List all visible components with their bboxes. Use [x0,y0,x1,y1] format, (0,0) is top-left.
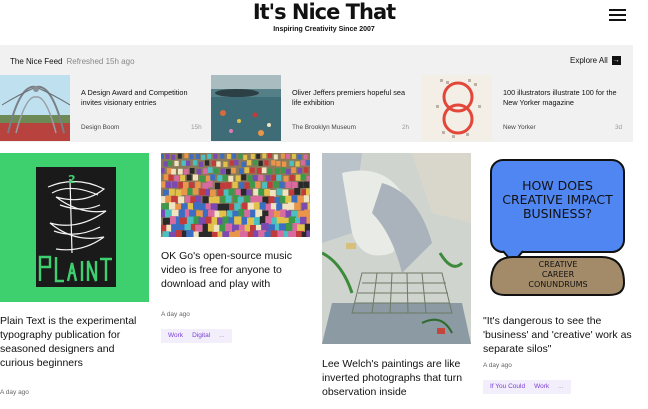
card-title[interactable]: OK Go's open-source music video is free … [161,249,309,291]
bottom-fade [0,398,648,409]
card-title[interactable]: "It's dangerous to see the 'business' an… [483,314,633,356]
feed-item-age: 2h [402,124,410,131]
tag-more[interactable]: ... [555,380,566,394]
hamburger-menu-icon[interactable] [609,9,626,22]
feed-item-design-award[interactable]: A Design Award and Competition invites v… [0,75,208,141]
feed-item-source: The Brooklyn Museum [292,124,356,131]
card-image-plain-text[interactable]: 2 [0,153,149,302]
feed-item-text: Oliver Jeffers premiers hopeful sea life… [292,88,406,107]
feed-refreshed-status: Refreshed 15h ago [66,57,135,66]
card-date: A day ago [0,389,29,396]
tag-work[interactable]: Work [531,380,552,394]
card-image-ok-go[interactable] [161,153,310,237]
site-logo[interactable]: It's Nice That [0,0,648,24]
feed-item-source: New Yorker [503,124,536,131]
feed-item-text: A Design Award and Competition invites v… [81,88,188,107]
feed-item-new-yorker[interactable]: 100 illustrators illustrate 100 for the … [422,75,633,141]
card-tags: Work Digital ... [161,329,232,343]
feed-item-text: 100 illustrators illustrate 100 for the … [503,88,617,107]
arrow-right-icon: → [611,56,621,65]
tag-if-you-could[interactable]: If You Could [487,380,528,394]
site-tagline: Inspiring Creativity Since 2007 [273,26,375,33]
tag-more[interactable]: ... [216,329,227,343]
feed-thumbnail [422,75,492,141]
card-image-lee-welch[interactable] [322,153,471,344]
card-image-creative-impact[interactable]: HOW DOES CREATIVE IMPACT BUSINESS? CREAT… [483,153,632,300]
feed-item-age: 3d [615,124,623,131]
card-date: A day ago [483,362,512,369]
card-title[interactable]: Lee Welch's paintings are like inverted … [322,357,472,399]
explore-all-label: Explore All [570,56,608,65]
feed-heading: The Nice Feed Refreshed 15h ago [10,57,135,67]
svg-text:2: 2 [68,173,76,186]
card-date: A day ago [161,311,190,318]
feed-title[interactable]: The Nice Feed [10,57,62,66]
feed-thumbnail [211,75,281,141]
poster-headline: HOW DOES CREATIVE IMPACT BUSINESS? [502,178,613,221]
tag-work[interactable]: Work [165,329,186,343]
card-tags: If You Could Work ... [483,380,571,394]
feed-thumbnail [0,75,70,141]
card-title[interactable]: Plain Text is the experimental typograph… [0,314,148,370]
poster-subtitle: CREATIVE CAREER CONUNDRUMS [528,260,588,289]
feed-item-source: Design Boom [81,124,120,131]
feed-item-age: 15h [191,124,202,131]
feed-item-oliver-jeffers[interactable]: Oliver Jeffers premiers hopeful sea life… [211,75,419,141]
explore-all-link[interactable]: Explore All → [570,56,621,66]
tag-digital[interactable]: Digital [189,329,213,343]
